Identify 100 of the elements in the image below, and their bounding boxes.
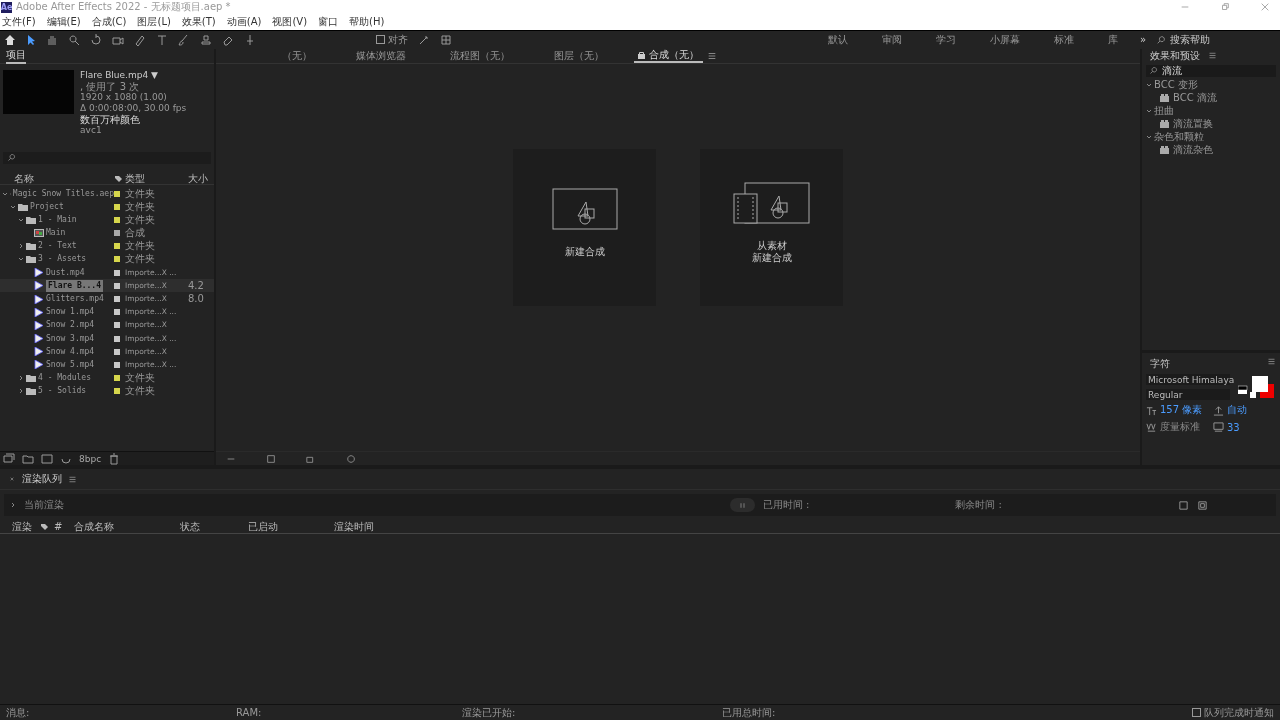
label-swatch[interactable] [114, 203, 120, 210]
menu-item[interactable]: 帮助(H) [349, 15, 385, 29]
tag-icon[interactable] [40, 522, 48, 531]
label-swatch[interactable] [114, 388, 120, 395]
column-header[interactable]: 渲染时间 [334, 519, 374, 534]
trash-icon[interactable] [108, 452, 121, 465]
panel-menu-icon[interactable] [707, 50, 717, 61]
menu-item[interactable]: 动画(A) [226, 15, 262, 29]
project-item[interactable]: Main 合成 [0, 226, 214, 240]
project-item[interactable]: Project 文件夹 [0, 200, 214, 214]
start-card[interactable]: 从素材 新建合成 [700, 149, 843, 307]
notify-checkbox[interactable] [1192, 708, 1201, 717]
panel-tab[interactable]: 渲染队列 [22, 472, 62, 487]
label-swatch[interactable] [114, 216, 120, 223]
chevron-down-icon[interactable] [18, 256, 24, 263]
effect-category[interactable]: BCC 变形 [1142, 78, 1280, 92]
label-swatch[interactable] [114, 322, 120, 329]
column-header[interactable]: 合成名称 [74, 519, 180, 534]
menu-item[interactable]: 合成(C) [91, 15, 127, 29]
tag-icon[interactable] [114, 174, 122, 183]
bit-depth[interactable]: 8bpc [79, 453, 102, 464]
chevron-down-icon[interactable] [18, 216, 24, 223]
menu-item[interactable]: 窗口 [318, 15, 339, 29]
project-item[interactable]: 2 - Text 文件夹 [0, 239, 214, 253]
new-folder-icon[interactable] [22, 452, 34, 465]
pen-icon[interactable] [134, 33, 146, 46]
column-header[interactable]: 渲染 [12, 519, 40, 534]
workspace-tab[interactable]: 小屏幕 [977, 32, 1032, 47]
label-swatch[interactable] [114, 375, 120, 382]
label-swatch[interactable] [114, 230, 120, 237]
leading-value[interactable]: 自动 [1227, 403, 1247, 418]
label-swatch[interactable] [114, 362, 120, 368]
column-header[interactable]: 大小 [188, 171, 212, 186]
panel-tab[interactable]: 项目 [6, 47, 26, 64]
label-swatch[interactable] [114, 335, 120, 342]
effect-category[interactable]: 杂色和颗粒 [1142, 130, 1280, 144]
project-item[interactable]: 3 - Assets 文件夹 [0, 252, 214, 267]
chevron-right-icon[interactable] [18, 375, 24, 382]
viewer-tab[interactable]: 合成（无） [634, 48, 703, 63]
chevron-down-icon[interactable] [1146, 108, 1152, 115]
rotate-icon[interactable] [90, 33, 102, 46]
effect-item[interactable]: 滴流杂色 [1142, 143, 1280, 157]
color-swatches[interactable] [1238, 374, 1276, 401]
menu-item[interactable]: 图层(L) [137, 15, 171, 29]
home-icon[interactable] [4, 33, 16, 46]
more-workspaces[interactable]: » [1139, 34, 1146, 46]
chevron-down-icon[interactable] [10, 203, 16, 210]
chevron-right-icon[interactable] [10, 502, 16, 509]
column-header[interactable]: 名称 [0, 171, 114, 186]
effect-item[interactable]: 滴流置换 [1142, 117, 1280, 131]
workspace-tab[interactable]: 标准 [1041, 32, 1086, 47]
chevron-right-icon[interactable] [18, 388, 24, 395]
start-card[interactable]: 新建合成 [513, 149, 656, 307]
workspace-tab[interactable]: 审阅 [869, 32, 914, 47]
label-swatch[interactable] [114, 296, 120, 303]
workspace-tab[interactable]: 默认 [815, 32, 860, 47]
column-header[interactable]: 状态 [180, 519, 248, 534]
chevron-right-icon[interactable] [18, 243, 24, 250]
lock-icon[interactable] [638, 50, 645, 59]
label-swatch[interactable] [114, 348, 120, 355]
viewer-tab[interactable]: 流程图（无） [428, 48, 532, 63]
label-swatch[interactable] [114, 243, 120, 250]
effects-search-field[interactable]: 滴流 [1146, 64, 1276, 77]
zoom-icon[interactable] [68, 33, 80, 46]
chevron-down-icon[interactable] [1146, 134, 1152, 141]
brush-icon[interactable] [178, 33, 190, 46]
viewer-tab[interactable]: 媒体浏览器 [334, 48, 428, 63]
interpret-footage-icon[interactable] [3, 452, 15, 465]
label-swatch[interactable] [114, 256, 120, 263]
column-header[interactable]: 类型 [125, 171, 188, 186]
project-search-field[interactable] [3, 151, 211, 164]
snap-checkbox[interactable] [376, 35, 385, 45]
viewer-tab[interactable]: 图层（无） [532, 48, 626, 63]
menu-item[interactable]: 视图(V) [272, 15, 308, 29]
new-composition-icon[interactable] [41, 452, 53, 465]
selection-arrow-icon[interactable] [26, 33, 36, 46]
label-swatch[interactable] [114, 269, 120, 276]
chevron-down-icon[interactable] [1146, 82, 1152, 89]
workspace-tab[interactable]: 库 [1095, 32, 1130, 47]
menu-item[interactable]: 编辑(E) [46, 15, 81, 29]
project-item[interactable]: 5 - Solids 文件夹 [0, 384, 214, 398]
project-item[interactable]: 1 - Main 文件夹 [0, 213, 214, 227]
label-swatch[interactable] [114, 309, 120, 316]
column-header[interactable]: # [54, 521, 74, 533]
effect-item[interactable]: BCC 滴流 [1142, 91, 1280, 105]
font-style-dropdown[interactable]: Regular [1146, 389, 1230, 401]
viewer-tab[interactable]: （无） [260, 48, 334, 63]
snap-options-icon[interactable] [418, 33, 430, 46]
text-tool-icon[interactable] [156, 33, 168, 46]
column-header[interactable]: 已启动 [248, 519, 334, 534]
label-swatch[interactable] [114, 190, 120, 197]
panel-menu-icon[interactable] [1267, 357, 1276, 367]
effect-category[interactable]: 扭曲 [1142, 104, 1280, 118]
project-item[interactable]: Magic Snow Titles.aep 文件夹 [0, 186, 214, 201]
chevron-down-icon[interactable] [2, 190, 8, 197]
workspace-tab[interactable]: 学习 [923, 32, 968, 47]
footage-name[interactable]: Flare Blue.mp4 ▼ [80, 69, 158, 81]
panel-menu-icon[interactable] [1208, 51, 1217, 61]
font-size-value[interactable]: 157 像素 [1160, 403, 1203, 418]
project-item[interactable]: 4 - Modules 文件夹 [0, 371, 214, 385]
